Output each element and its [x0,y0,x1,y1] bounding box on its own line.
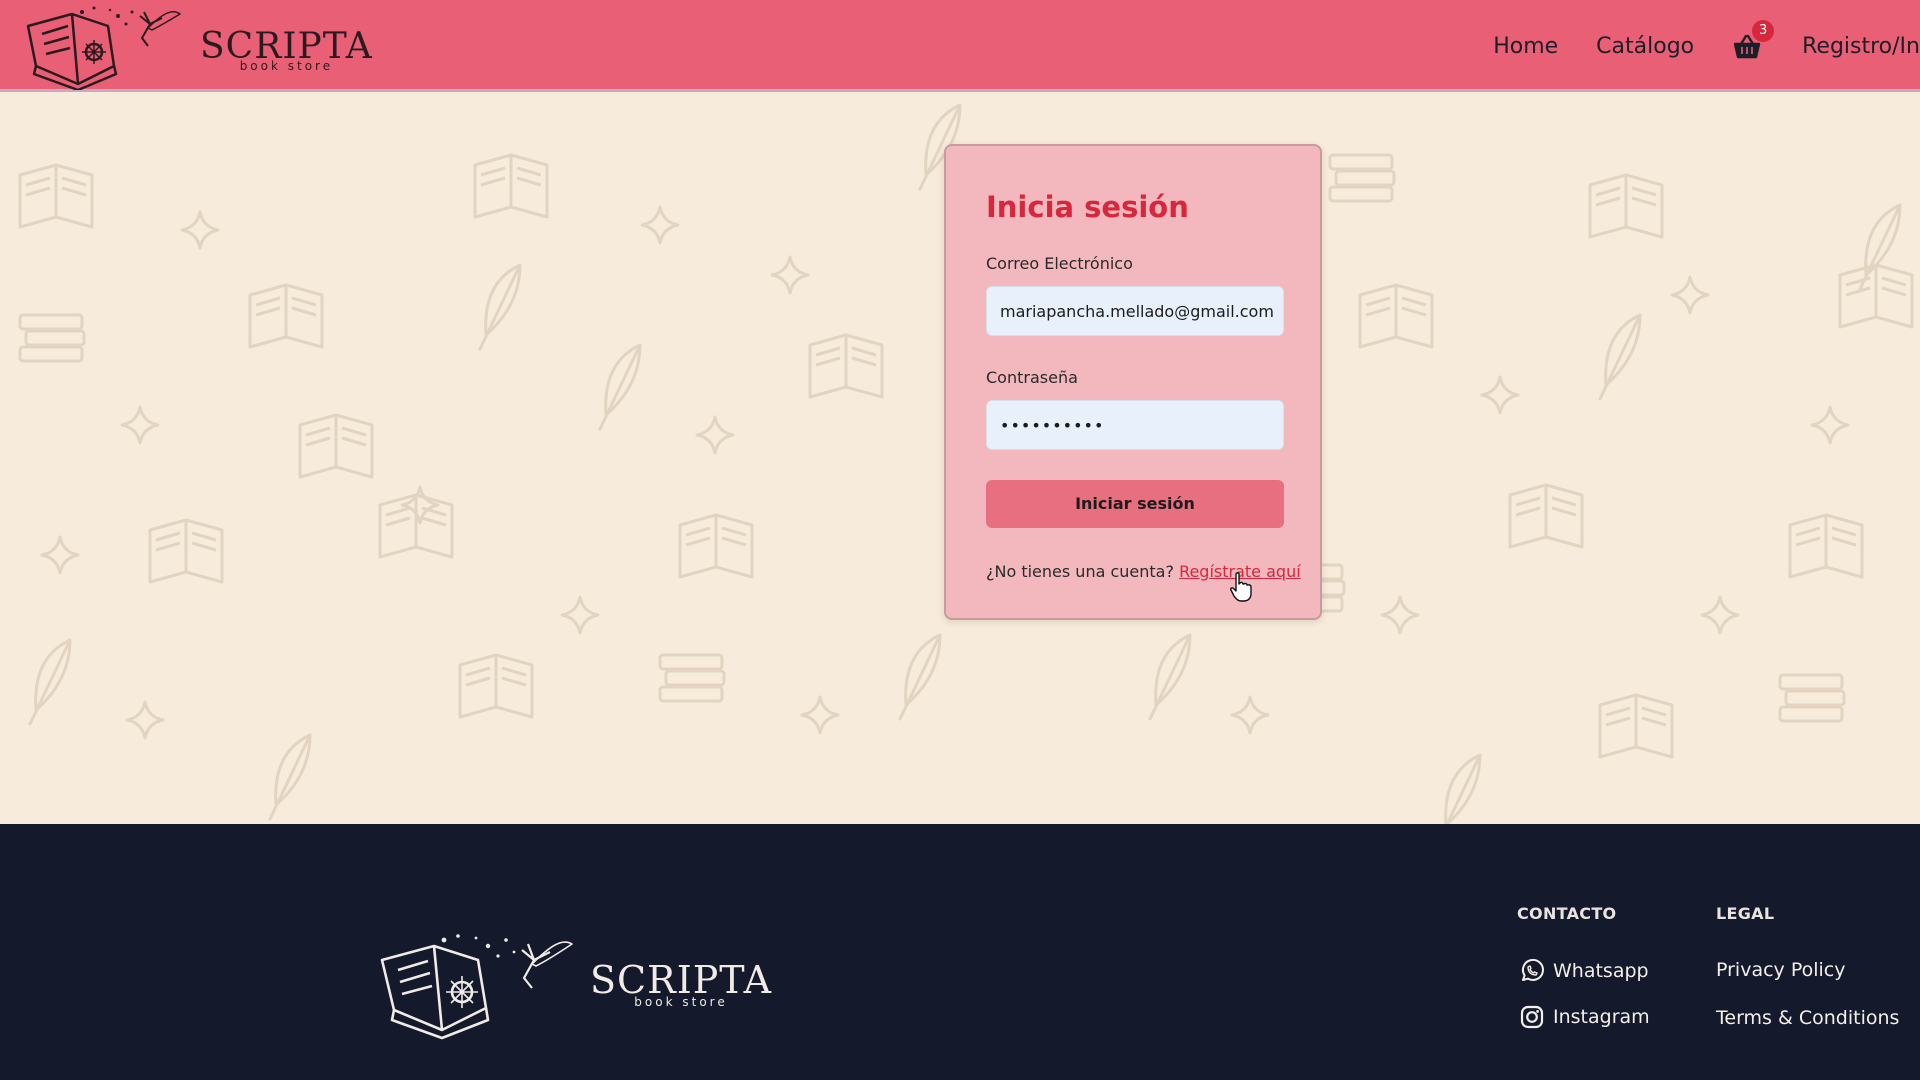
contact-heading: CONTACTO [1517,904,1617,923]
book-fairy-logo-icon [26,6,181,90]
email-label: Correo Electrónico [986,254,1133,273]
brand-wordmark: SCRIPTA book store [200,29,373,74]
email-field[interactable]: mariapancha.mellado@gmail.com [986,286,1284,336]
password-field[interactable]: •••••••••• [986,400,1284,450]
footer-brand-name: SCRIPTA [590,958,773,1002]
whatsapp-link[interactable]: Whatsapp [1519,958,1649,984]
register-prompt: ¿No tienes una cuenta? Regístrate aquí [986,562,1301,581]
book-fairy-logo-icon [380,934,573,1040]
login-title: Inicia sesión [986,190,1189,224]
site-header: SCRIPTA book store Home Catálogo 3 Regis… [0,0,1920,92]
main-nav: Home Catálogo 3 Registro/In [1493,20,1920,62]
privacy-policy-link[interactable]: Privacy Policy [1716,959,1845,981]
nav-home[interactable]: Home [1493,32,1558,62]
cart-count-badge: 3 [1752,20,1775,42]
cart-button[interactable]: 3 [1732,20,1775,62]
password-label: Contraseña [986,368,1078,387]
whatsapp-label: Whatsapp [1553,960,1649,982]
brand-logo[interactable]: SCRIPTA book store [22,4,373,90]
login-card: Inicia sesión Correo Electrónico mariapa… [944,144,1322,620]
whatsapp-icon [1521,958,1544,981]
instagram-icon [1520,1005,1544,1029]
legal-heading: LEGAL [1716,904,1775,923]
footer-wordmark: SCRIPTA book store [590,961,772,1009]
footer-brand-logo: SCRIPTA book store [378,930,772,1040]
login-submit-button[interactable]: Iniciar sesión [986,480,1284,528]
no-account-text: ¿No tienes una cuenta? [986,562,1174,581]
instagram-link[interactable]: Instagram [1519,1004,1650,1030]
site-footer: SCRIPTA book store CONTACTO Whatsapp Ins… [0,824,1920,1080]
terms-conditions-link[interactable]: Terms & Conditions [1716,1007,1899,1029]
instagram-label: Instagram [1553,1006,1650,1028]
nav-catalog[interactable]: Catálogo [1596,32,1694,62]
hand-pointer-cursor-icon [1230,572,1252,602]
nav-register-login[interactable]: Registro/In [1802,32,1920,62]
